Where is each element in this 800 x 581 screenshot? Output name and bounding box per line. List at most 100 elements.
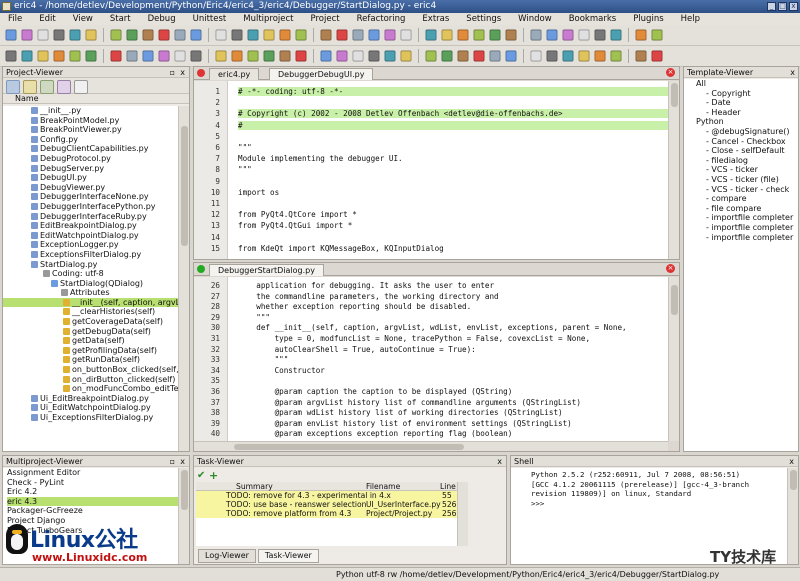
- project-tree-item[interactable]: EditWatchpointDialog.py: [3, 231, 179, 241]
- toolbar-tool-icon[interactable]: [231, 50, 243, 62]
- float-icon[interactable]: ▫: [170, 67, 175, 77]
- menu-unittest[interactable]: Unittest: [185, 13, 236, 25]
- close-icon[interactable]: x: [180, 67, 185, 77]
- toolbar-tool-icon[interactable]: [505, 50, 517, 62]
- project-tree-item[interactable]: StartDialog.py: [3, 260, 179, 270]
- project-tree-item[interactable]: getProfilingData(self): [3, 346, 179, 356]
- toolbar-tool-icon[interactable]: [231, 29, 243, 41]
- template-item[interactable]: - importfile completer: [686, 233, 798, 243]
- toolbar-tool-icon[interactable]: [635, 29, 647, 41]
- template-item[interactable]: - Header: [686, 108, 798, 118]
- template-item[interactable]: - importfile completer: [686, 213, 798, 223]
- others-tab-icon[interactable]: [74, 80, 88, 94]
- toolbar-tool-icon[interactable]: [651, 50, 663, 62]
- toolbar-tool-icon[interactable]: [126, 29, 138, 41]
- tab-debugui[interactable]: DebuggerDebugUI.py: [269, 68, 374, 80]
- toolbar-tool-icon[interactable]: [352, 29, 364, 41]
- toolbar-tool-icon[interactable]: [279, 29, 291, 41]
- project-tree-item[interactable]: getCoverageData(self): [3, 317, 179, 327]
- task-row[interactable]: TODO: use base - reanswer selection UI_Us…: [196, 500, 460, 509]
- shell-scrollbar[interactable]: [787, 468, 798, 564]
- toolbar-tool-icon[interactable]: [441, 29, 453, 41]
- toolbar-tool-icon[interactable]: [425, 29, 437, 41]
- toolbar-tool-icon[interactable]: [263, 50, 275, 62]
- tree-header[interactable]: Name: [3, 94, 189, 104]
- toolbar-tool-icon[interactable]: [473, 50, 485, 62]
- toolbar-tool-icon[interactable]: [5, 50, 17, 62]
- toolbar-tool-icon[interactable]: [400, 29, 412, 41]
- toolbar-tool-icon[interactable]: [69, 29, 81, 41]
- column-line[interactable]: Line: [440, 482, 456, 491]
- template-item[interactable]: - @debugSignature(): [686, 127, 798, 137]
- toolbar-tool-icon[interactable]: [85, 29, 97, 41]
- toolbar-tool-icon[interactable]: [53, 29, 65, 41]
- toolbar-tool-icon[interactable]: [384, 29, 396, 41]
- float-icon[interactable]: ▫: [170, 456, 175, 466]
- project-tree-item[interactable]: ExceptionsFilterDialog.py: [3, 250, 179, 260]
- menu-extras[interactable]: Extras: [414, 13, 458, 25]
- task-scrollbar[interactable]: [457, 482, 468, 546]
- task-row[interactable]: TODO: remove for 4.3 - experimental in 4…: [196, 491, 460, 500]
- toolbar-tool-icon[interactable]: [594, 29, 606, 41]
- toolbar-tool-icon[interactable]: [651, 29, 663, 41]
- multiproject-item[interactable]: eric 4.3: [7, 496, 179, 507]
- maximize-button[interactable]: □: [778, 2, 787, 11]
- project-tree-item[interactable]: DebugProtocol.py: [3, 154, 179, 164]
- project-tree-item[interactable]: __init__.py: [3, 106, 179, 116]
- project-tree-item[interactable]: DebuggerInterfacePython.py: [3, 202, 179, 212]
- toolbar-tool-icon[interactable]: [562, 29, 574, 41]
- toolbar-tool-icon[interactable]: [21, 29, 33, 41]
- menu-view[interactable]: View: [65, 13, 102, 25]
- project-tree-item[interactable]: Attributes: [3, 288, 179, 298]
- template-item[interactable]: - Close - selfDefault: [686, 146, 798, 156]
- toolbar-tool-icon[interactable]: [53, 50, 65, 62]
- toolbar-tool-icon[interactable]: [635, 50, 647, 62]
- editor-bottom-scrollbar[interactable]: [668, 277, 679, 441]
- translations-tab-icon[interactable]: [40, 80, 54, 94]
- project-tree-item[interactable]: DebugUI.py: [3, 173, 179, 183]
- toolbar-tool-icon[interactable]: [530, 29, 542, 41]
- project-tree-item[interactable]: DebugServer.py: [3, 164, 179, 174]
- menu-help[interactable]: Help: [673, 13, 709, 25]
- template-item[interactable]: - file compare: [686, 204, 798, 214]
- toolbar-tool-icon[interactable]: [190, 29, 202, 41]
- project-tree-item[interactable]: getDebugData(self): [3, 327, 179, 337]
- toolbar-tool-icon[interactable]: [126, 50, 138, 62]
- template-item[interactable]: - filedialog: [686, 156, 798, 166]
- project-tree-item[interactable]: Coding: utf-8: [3, 269, 179, 279]
- close-tab-icon[interactable]: ×: [666, 68, 675, 77]
- project-tree-item[interactable]: BreakPointViewer.py: [3, 125, 179, 135]
- toolbar-tool-icon[interactable]: [457, 29, 469, 41]
- toolbar-tool-icon[interactable]: [295, 29, 307, 41]
- toolbar-tool-icon[interactable]: [546, 29, 558, 41]
- toolbar-tool-icon[interactable]: [530, 50, 542, 62]
- toolbar-tool-icon[interactable]: [158, 50, 170, 62]
- toolbar-tool-icon[interactable]: [21, 50, 33, 62]
- toolbar-tool-icon[interactable]: [320, 29, 332, 41]
- tab-task-viewer[interactable]: Task-Viewer: [257, 549, 319, 563]
- toolbar-tool-icon[interactable]: [85, 50, 97, 62]
- toolbar-tool-icon[interactable]: [352, 50, 364, 62]
- add-task-icon[interactable]: +: [209, 470, 219, 481]
- project-tree-item[interactable]: __init__(self, caption, argvList: [3, 297, 179, 308]
- toolbar-tool-icon[interactable]: [457, 50, 469, 62]
- project-tree-item[interactable]: BreakPointModel.py: [3, 116, 179, 126]
- project-tree-scrollbar[interactable]: [178, 106, 189, 451]
- multiproject-scrollbar[interactable]: [178, 468, 189, 564]
- tab-log-viewer[interactable]: Log-Viewer: [198, 549, 256, 563]
- close-window-button[interactable]: x: [789, 2, 798, 11]
- toolbar-tool-icon[interactable]: [489, 29, 501, 41]
- project-tree-item[interactable]: StartDialog(QDialog): [3, 279, 179, 289]
- task-row[interactable]: TODO: remove platform from 4.3 Project/Pr…: [196, 509, 460, 518]
- forms-tab-icon[interactable]: [23, 80, 37, 94]
- project-tree-item[interactable]: DebugClientCapabilities.py: [3, 144, 179, 154]
- toolbar-tool-icon[interactable]: [158, 29, 170, 41]
- editor-bottom-hscrollbar[interactable]: [194, 441, 668, 451]
- project-tree-item[interactable]: getRunData(self): [3, 355, 179, 365]
- toolbar-tool-icon[interactable]: [441, 50, 453, 62]
- close-icon[interactable]: x: [789, 456, 794, 466]
- template-item[interactable]: All: [686, 79, 798, 89]
- toolbar-tool-icon[interactable]: [473, 29, 485, 41]
- toolbar-tool-icon[interactable]: [505, 29, 517, 41]
- toolbar-tool-icon[interactable]: [142, 29, 154, 41]
